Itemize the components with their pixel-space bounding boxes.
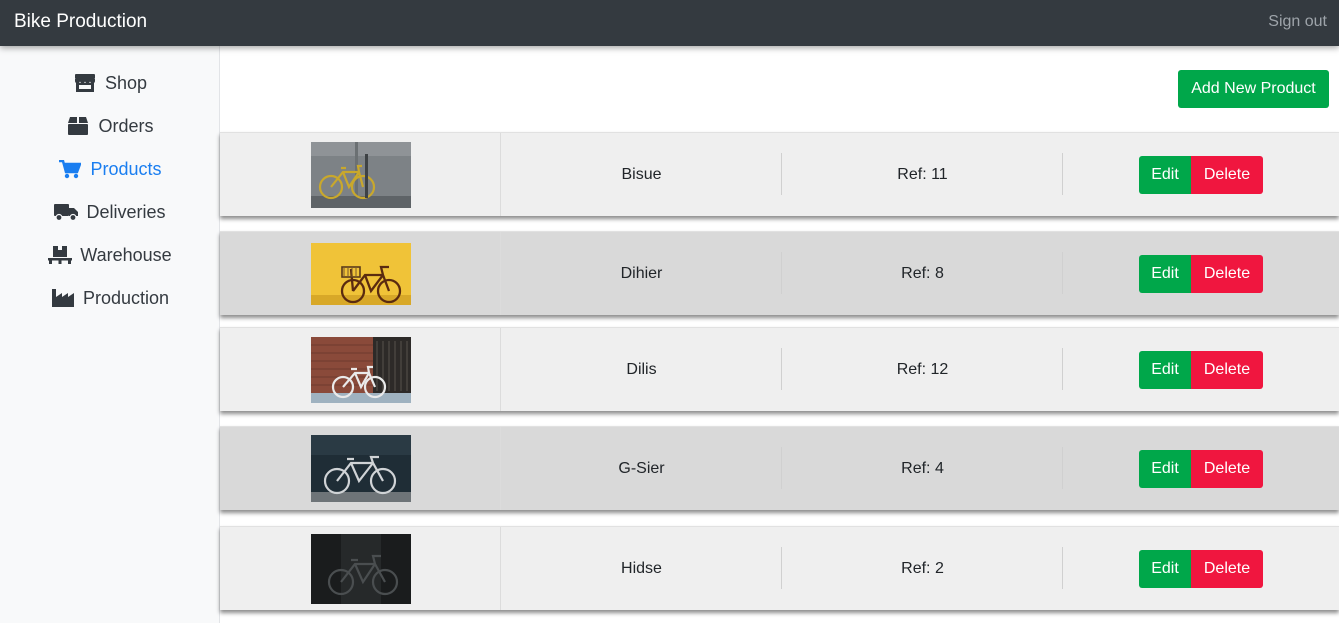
product-row: Dihier Ref: 8 Edit Delete <box>220 231 1339 315</box>
product-image-cell <box>220 328 501 411</box>
product-name: G-Sier <box>618 459 665 477</box>
sidebar-item-warehouse[interactable]: Warehouse <box>0 240 220 270</box>
delete-button[interactable]: Delete <box>1191 254 1263 293</box>
product-name: Hidse <box>621 559 662 577</box>
sidebar: Shop Orders Products Deliveries Warehous… <box>0 46 220 623</box>
product-image <box>310 242 411 305</box>
row-action-buttons: Edit Delete <box>1139 254 1263 293</box>
sidebar-item-production[interactable]: Production <box>0 283 220 313</box>
product-ref: Ref: 8 <box>901 264 944 282</box>
delete-button[interactable]: Delete <box>1191 155 1263 194</box>
edit-button[interactable]: Edit <box>1139 254 1191 293</box>
actions-cell: Edit Delete <box>1063 427 1339 510</box>
sidebar-item-label: Orders <box>98 115 154 136</box>
pallet-icon <box>48 245 73 265</box>
box-icon <box>66 116 90 136</box>
product-image-cell <box>220 427 501 510</box>
product-row: Dilis Ref: 12 Edit Delete <box>220 327 1339 411</box>
sidebar-item-deliveries[interactable]: Deliveries <box>0 197 220 227</box>
row-action-buttons: Edit Delete <box>1139 350 1263 389</box>
actions-cell: Edit Delete <box>1063 133 1339 216</box>
product-image <box>310 141 411 208</box>
top-navbar: Bike Production Sign out <box>0 0 1339 46</box>
sidebar-item-label: Products <box>90 158 162 179</box>
actions-cell: Edit Delete <box>1063 328 1339 411</box>
industry-icon <box>51 288 75 308</box>
product-ref: Ref: 12 <box>896 360 949 378</box>
edit-button[interactable]: Edit <box>1139 449 1191 488</box>
sidebar-item-label: Production <box>82 287 170 308</box>
sign-out-link[interactable]: Sign out <box>1268 13 1327 31</box>
sidebar-item-shop[interactable]: Shop <box>0 68 220 98</box>
product-image-cell <box>220 527 501 610</box>
product-image-cell <box>220 133 501 216</box>
product-row: Hidse Ref: 2 Edit Delete <box>220 526 1339 610</box>
sidebar-item-label: Deliveries <box>86 201 166 222</box>
delete-button[interactable]: Delete <box>1191 449 1263 488</box>
product-ref: Ref: 11 <box>897 165 948 183</box>
cart-icon <box>58 159 82 179</box>
delete-button[interactable]: Delete <box>1191 549 1263 588</box>
product-image <box>310 533 411 604</box>
product-image-cell <box>220 232 501 315</box>
product-ref: Ref: 4 <box>901 459 944 477</box>
actions-cell: Edit Delete <box>1063 232 1339 315</box>
actions-cell: Edit Delete <box>1063 527 1339 610</box>
add-new-product-button[interactable]: Add New Product <box>1178 70 1329 108</box>
sidebar-item-orders[interactable]: Orders <box>0 111 220 141</box>
truck-icon <box>54 202 79 222</box>
product-image <box>310 336 411 403</box>
product-row: G-Sier Ref: 4 Edit Delete <box>220 426 1339 510</box>
edit-button[interactable]: Edit <box>1139 155 1191 194</box>
sidebar-item-products[interactable]: Products <box>0 154 220 184</box>
product-name: Bisue <box>621 165 662 183</box>
row-action-buttons: Edit Delete <box>1139 549 1263 588</box>
sidebar-item-label: Shop <box>104 72 148 93</box>
brand-title[interactable]: Bike Production <box>14 11 147 33</box>
edit-button[interactable]: Edit <box>1139 549 1191 588</box>
product-name: Dilis <box>626 360 657 378</box>
edit-button[interactable]: Edit <box>1139 350 1191 389</box>
product-image <box>310 435 411 502</box>
store-icon <box>73 73 97 93</box>
row-action-buttons: Edit Delete <box>1139 449 1263 488</box>
main-content: Add New Product Bisue Ref: 11 Edit Delet… <box>220 46 1339 623</box>
product-row: Bisue Ref: 11 Edit Delete <box>220 132 1339 216</box>
delete-button[interactable]: Delete <box>1191 350 1263 389</box>
sidebar-item-label: Warehouse <box>80 244 172 265</box>
product-ref: Ref: 2 <box>901 559 944 577</box>
product-name: Dihier <box>620 264 663 282</box>
row-action-buttons: Edit Delete <box>1139 155 1263 194</box>
